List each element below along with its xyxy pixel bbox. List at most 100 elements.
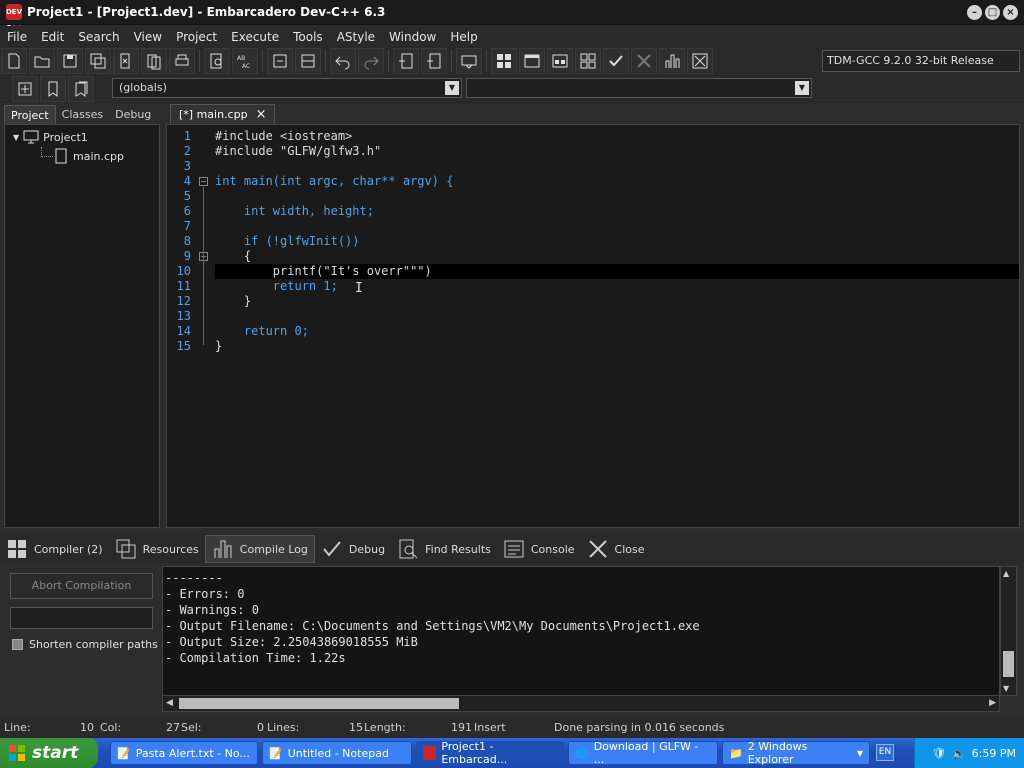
tree-node-project[interactable]: ▼ Project1 [13, 130, 88, 144]
stop-execution-button[interactable] [631, 48, 657, 74]
menu-project[interactable]: Project [169, 30, 224, 44]
close-button[interactable]: × [1003, 5, 1018, 20]
compile-run-button[interactable] [547, 48, 573, 74]
menu-window[interactable]: Window [382, 30, 443, 44]
minimize-button[interactable]: – [967, 5, 982, 20]
shorten-paths-option[interactable]: Shorten compiler paths [12, 638, 158, 651]
tab-console[interactable]: Console [497, 535, 581, 563]
network-icon[interactable]: 🛡 [932, 747, 946, 760]
log-horizontal-scrollbar[interactable]: ◀ ▶ [162, 695, 1000, 712]
rebuild-icon [580, 53, 596, 69]
delete-profile-button[interactable] [687, 48, 713, 74]
svg-text:AB: AB [237, 55, 245, 62]
save-all-button[interactable] [85, 48, 111, 74]
compile-button[interactable] [491, 48, 517, 74]
close-file-button[interactable] [113, 48, 139, 74]
remove-from-project-button[interactable] [421, 48, 447, 74]
task-untitled-notepad[interactable]: 📝 Untitled - Notepad [262, 741, 412, 765]
replace-button[interactable]: AB AC [232, 48, 258, 74]
class-scope-combo[interactable]: (globals) ▼ [112, 78, 462, 98]
tab-debug-output[interactable]: Debug [315, 535, 391, 563]
line-number: 4 [183, 174, 191, 188]
tab-compiler[interactable]: Compiler (2) [0, 535, 109, 563]
new-file-button[interactable] [1, 48, 27, 74]
chevron-down-icon[interactable]: ▼ [445, 81, 459, 95]
close-all-button[interactable] [141, 48, 167, 74]
tab-classes[interactable]: Classes [56, 105, 109, 124]
menu-help[interactable]: Help [443, 30, 484, 44]
tab-compile-log[interactable]: Compile Log [204, 535, 315, 563]
tree-expand-icon[interactable]: ▼ [13, 133, 19, 142]
scroll-left-icon[interactable]: ◀ [166, 698, 173, 708]
maximize-button[interactable]: □ [985, 5, 1000, 20]
scroll-right-icon[interactable]: ▶ [989, 698, 996, 708]
bottom-panel-tabs: Compiler (2) Resources Compile Log Debug… [0, 534, 1024, 564]
line-number: 11 [176, 279, 191, 293]
syntax-check-button[interactable] [603, 48, 629, 74]
check-icon [609, 55, 623, 67]
clock[interactable]: 6:59 PM [972, 747, 1016, 760]
close-tab-icon[interactable]: × [256, 105, 267, 124]
find-button[interactable] [204, 48, 230, 74]
indent-button[interactable] [267, 48, 293, 74]
shorten-paths-checkbox[interactable] [12, 639, 23, 650]
menu-execute[interactable]: Execute [224, 30, 286, 44]
task-glfw-download[interactable]: 🌐 Download | GLFW - ... [568, 740, 718, 766]
compiler-set-select[interactable]: TDM-GCC 9.2.0 32-bit Release [822, 50, 1020, 72]
volume-icon[interactable]: 🔈 [952, 747, 966, 760]
undo-button[interactable] [330, 48, 356, 74]
compile-log-output[interactable]: -------- - Errors: 0 - Warnings: 0 - Output… [162, 566, 1000, 696]
scroll-up-icon[interactable]: ▲ [1003, 569, 1009, 578]
line-number: 1 [183, 129, 191, 143]
menu-search[interactable]: Search [71, 30, 126, 44]
replace-icon: ABAC [237, 55, 250, 70]
start-button[interactable]: start [0, 738, 98, 768]
tab-debug[interactable]: Debug [109, 105, 157, 124]
scroll-thumb[interactable] [179, 698, 459, 709]
scroll-thumb[interactable] [1003, 651, 1014, 677]
tab-close[interactable]: Close [581, 535, 651, 563]
log-vertical-scrollbar[interactable]: ▲ ▼ [1000, 566, 1017, 696]
scroll-down-icon[interactable]: ▼ [1003, 684, 1009, 693]
menu-tools[interactable]: Tools [286, 30, 330, 44]
rebuild-all-button[interactable] [575, 48, 601, 74]
line-number: 14 [176, 324, 191, 338]
goto-bookmark-button[interactable] [68, 76, 94, 102]
bookmark-button[interactable] [40, 76, 66, 102]
chevron-down-icon[interactable]: ▼ [857, 749, 863, 758]
open-button[interactable] [29, 48, 55, 74]
function-combo[interactable]: ▼ [466, 78, 812, 98]
task-windows-explorer[interactable]: 📁 2 Windows Explorer ▼ [722, 740, 870, 766]
abort-compilation-button[interactable]: Abort Compilation [10, 573, 153, 599]
undo-icon [335, 56, 350, 70]
task-pasta-alert[interactable]: 📝 Pasta Alert.txt - No... [110, 741, 258, 765]
toggle-comment-button[interactable] [295, 48, 321, 74]
tree-node-main-cpp[interactable]: main.cpp [55, 148, 124, 164]
task-devcpp[interactable]: Project1 - Embarcad... [416, 740, 564, 766]
save-button[interactable] [57, 48, 83, 74]
editor-tab-main-cpp[interactable]: [*] main.cpp × [170, 104, 276, 124]
project-name: Project1 [43, 130, 88, 144]
code-editor[interactable]: 1 2 3 4 5 6 7 8 9 10 11 12 13 14 15 − − … [166, 124, 1020, 528]
menu-edit[interactable]: Edit [34, 30, 71, 44]
run-button[interactable] [519, 48, 545, 74]
menu-view[interactable]: View [127, 30, 169, 44]
language-indicator[interactable]: EN [876, 744, 894, 761]
new-project-button[interactable] [393, 48, 419, 74]
menu-file[interactable]: File [0, 30, 34, 44]
fold-toggle-icon[interactable]: − [199, 177, 208, 186]
tab-find-results[interactable]: Find Results [391, 535, 497, 563]
add-to-project-icon [399, 53, 413, 69]
project-options-button[interactable] [456, 48, 482, 74]
menu-astyle[interactable]: AStyle [330, 30, 382, 44]
print-button[interactable] [169, 48, 195, 74]
chevron-down-icon[interactable]: ▼ [795, 81, 809, 95]
folder-icon: 📁 [729, 746, 743, 760]
task-label: Pasta Alert.txt - No... [135, 746, 250, 760]
system-tray: 🛡 🔈 6:59 PM [914, 738, 1024, 768]
goto-button[interactable] [12, 76, 38, 102]
profile-button[interactable] [659, 48, 685, 74]
tab-resources[interactable]: Resources [109, 535, 205, 563]
redo-button[interactable] [358, 48, 384, 74]
tab-project[interactable]: Project [4, 105, 56, 124]
